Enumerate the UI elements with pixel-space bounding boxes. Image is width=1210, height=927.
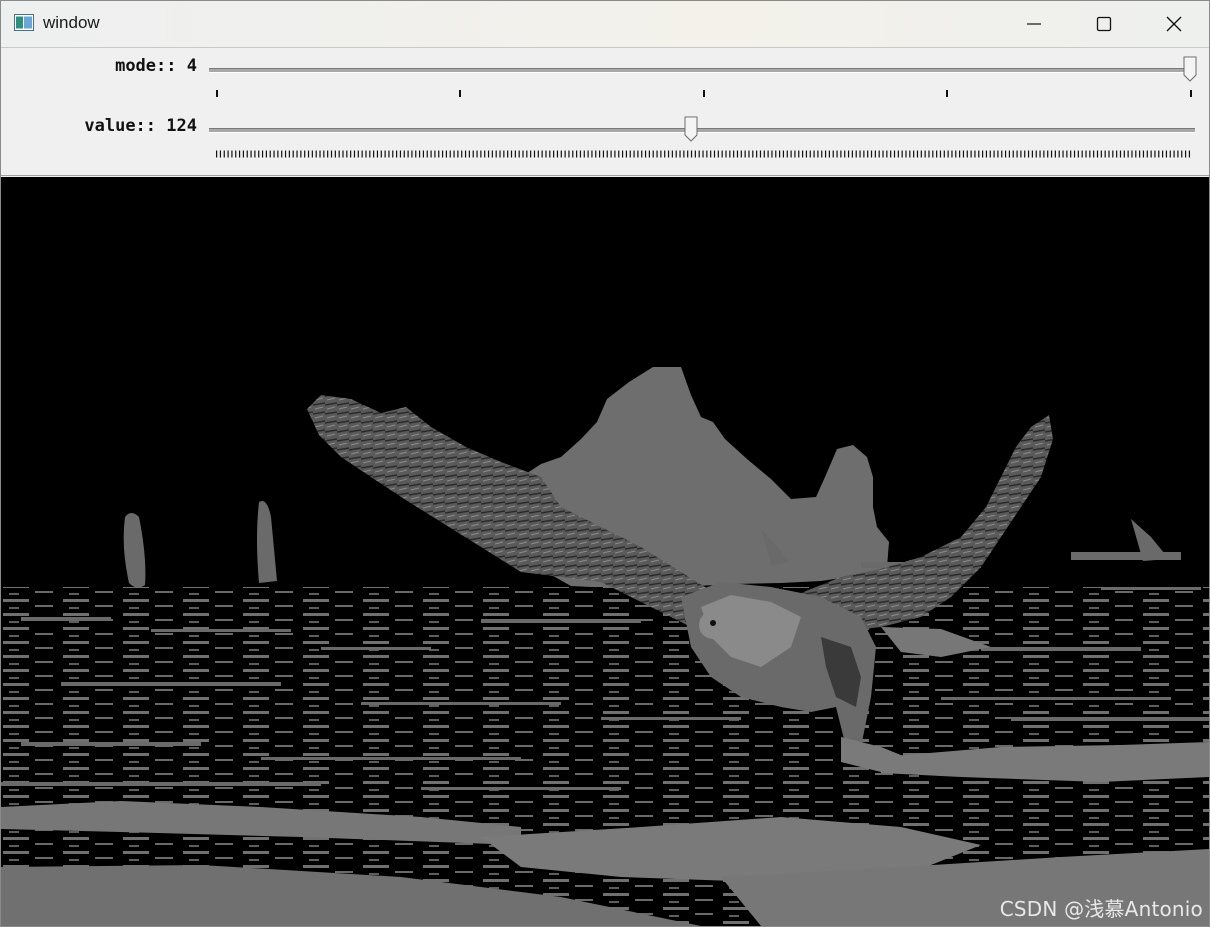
trackbar-mode-label: mode:: 4 <box>115 56 197 76</box>
trackbar-mode-thumb[interactable] <box>1183 56 1197 82</box>
trackbar-value-label: value:: 124 <box>84 116 197 136</box>
trackbar-mode-track[interactable] <box>209 68 1195 73</box>
app-icon <box>14 14 34 31</box>
trackbar-value-value: 124 <box>166 116 197 136</box>
window-title: window <box>43 13 100 32</box>
trackbar-mode-value: 4 <box>186 56 197 76</box>
watermark-text: CSDN @浅慕Antonio <box>999 897 1203 921</box>
minimize-icon <box>1027 23 1041 25</box>
close-icon <box>1166 16 1182 32</box>
trackbar-panel: mode:: 4 value:: 124 <box>1 48 1209 176</box>
maximize-icon <box>1096 16 1112 32</box>
close-button[interactable] <box>1139 1 1209 47</box>
trackbar-value-ticks <box>216 150 1192 158</box>
trackbar-mode-ticks <box>216 90 1192 97</box>
trackbar-value-track[interactable] <box>209 128 1195 133</box>
minimize-button[interactable] <box>999 1 1069 47</box>
image-display: CSDN @浅慕Antonio <box>1 177 1209 926</box>
thresholded-image <box>1 367 1209 926</box>
opencv-window: window mode:: 4 value:: 124 CSDN @浅慕Anto… <box>0 0 1210 927</box>
trackbar-value-thumb[interactable] <box>684 116 698 142</box>
maximize-button[interactable] <box>1069 1 1139 47</box>
title-bar[interactable]: window <box>1 1 1209 48</box>
